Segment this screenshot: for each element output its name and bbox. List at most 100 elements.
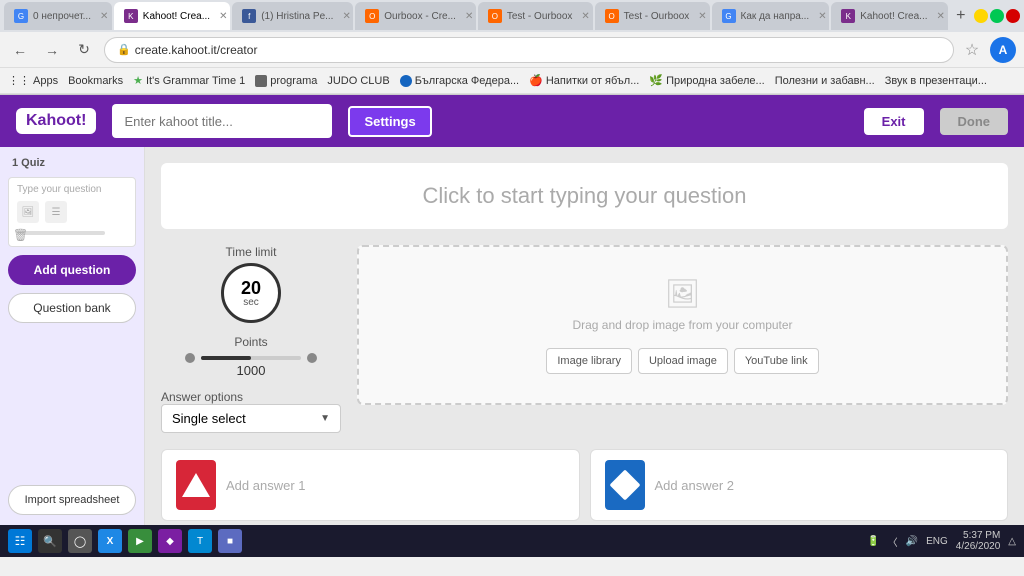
- vscode-icon: ▶: [136, 536, 144, 547]
- tab-6[interactable]: O Test - Ourboox ✕: [595, 2, 710, 30]
- time-limit-label: Time limit: [161, 245, 341, 259]
- refresh-button[interactable]: ↻: [72, 38, 96, 62]
- question-bank-button[interactable]: Question bank: [8, 293, 136, 323]
- taskbar-right: 🔋 〈 🔊 ENG 5:37 PM 4/26/2020 △: [867, 530, 1016, 552]
- question-slider: [17, 231, 105, 235]
- youtube-link-button[interactable]: YouTube link: [734, 348, 819, 374]
- import-spreadsheet-button[interactable]: Import spreadsheet: [8, 485, 136, 515]
- bookmark-apps[interactable]: ⋮⋮ Apps: [8, 74, 58, 87]
- triangle-icon: [182, 473, 210, 497]
- answer-1[interactable]: Add answer 1: [161, 449, 580, 521]
- app5-icon: ◆: [166, 536, 174, 547]
- bookmark-nature[interactable]: 🌿 Природна забеле...: [649, 74, 764, 87]
- tab-7[interactable]: G Как да напра... ✕: [712, 2, 830, 30]
- tab-favicon-4: O: [365, 9, 379, 23]
- tab-5[interactable]: O Test - Ourboox ✕: [478, 2, 593, 30]
- app-header: Kahoot! Settings Exit Done: [0, 95, 1024, 147]
- bookmark-bookmarks[interactable]: Bookmarks: [68, 75, 123, 87]
- tab-close-4[interactable]: ✕: [465, 11, 473, 22]
- bookmark-bg-fed[interactable]: Българска Федера...: [400, 75, 519, 87]
- bookmark-programa[interactable]: programa: [255, 75, 317, 87]
- time-limit-section: Time limit 20 sec: [161, 245, 341, 323]
- taskbar-app5[interactable]: ◆: [158, 529, 182, 553]
- image-buttons: Image library Upload image YouTube link: [546, 348, 818, 374]
- forward-button[interactable]: →: [40, 38, 64, 62]
- close-button[interactable]: [1006, 9, 1020, 23]
- tab-1[interactable]: G 0 непрочет... ✕: [4, 2, 112, 30]
- question-card[interactable]: Type your question 🖼 ☰ 🗑: [8, 177, 136, 247]
- nature-label: Природна забеле...: [666, 75, 765, 87]
- points-slider[interactable]: [201, 356, 301, 360]
- tab-close-8[interactable]: ✕: [937, 11, 945, 22]
- add-question-button[interactable]: Add question: [8, 255, 136, 285]
- address-bar: ← → ↻ 🔒 create.kahoot.it/creator ☆ A: [0, 32, 1024, 68]
- bookmark-useful[interactable]: Полезни и забавн...: [775, 75, 875, 87]
- bookmark-star-icon[interactable]: ☆: [962, 40, 982, 60]
- slider-handle-right: [307, 353, 317, 363]
- back-button[interactable]: ←: [8, 38, 32, 62]
- content-area: Click to start typing your question Time…: [145, 147, 1024, 525]
- tab-close-6[interactable]: ✕: [698, 11, 706, 22]
- answer-options-section: Answer options Single select ▼: [161, 390, 341, 433]
- text-icon: ☰: [45, 201, 67, 223]
- taskbar-chrome[interactable]: ◯: [68, 529, 92, 553]
- tab-2[interactable]: K Kahoot! Crea... ✕: [114, 2, 230, 30]
- bookmarks-label: Bookmarks: [68, 75, 123, 87]
- start-button[interactable]: ☷: [8, 529, 32, 553]
- bookmark-drinks[interactable]: 🍎 Напитки от ябъл...: [529, 74, 639, 87]
- slider-fill: [201, 356, 251, 360]
- question-title-area[interactable]: Click to start typing your question: [161, 163, 1008, 229]
- image-drop-area[interactable]: 🖼 Drag and drop image from your computer…: [357, 245, 1008, 405]
- points-slider-row: [185, 353, 317, 363]
- taskbar-app7[interactable]: ■: [218, 529, 242, 553]
- taskbar-excel[interactable]: X: [98, 529, 122, 553]
- taskbar-left: ☷ 🔍 ◯ X ▶ ◆ T ■: [8, 529, 242, 553]
- tab-bar: G 0 непрочет... ✕ K Kahoot! Crea... ✕ f …: [0, 0, 1024, 32]
- left-controls: Time limit 20 sec Points: [161, 245, 341, 433]
- bookmark-apps-label: Apps: [33, 75, 58, 87]
- tab-favicon-3: f: [242, 9, 256, 23]
- settings-button[interactable]: Settings: [348, 106, 431, 137]
- maximize-button[interactable]: [990, 9, 1004, 23]
- programa-icon: [255, 75, 267, 87]
- taskbar-search[interactable]: 🔍: [38, 529, 62, 553]
- bookmark-grammar[interactable]: ★ It's Grammar Time 1: [133, 74, 245, 87]
- taskbar-teams[interactable]: T: [188, 529, 212, 553]
- time-circle[interactable]: 20 sec: [221, 263, 281, 323]
- tab-8[interactable]: K Kahoot! Crea... ✕: [831, 2, 947, 30]
- image-library-button[interactable]: Image library: [546, 348, 632, 374]
- taskbar-vscode[interactable]: ▶: [128, 529, 152, 553]
- points-label: Points: [234, 335, 267, 349]
- answer-2-label: Add answer 2: [655, 478, 735, 493]
- question-card-inner: Type your question 🖼 ☰: [17, 184, 127, 235]
- bookmark-sound[interactable]: Звук в презентаци...: [885, 75, 987, 87]
- answer-type-select[interactable]: Single select ▼: [161, 404, 341, 433]
- tab-close-1[interactable]: ✕: [100, 11, 108, 22]
- url-input[interactable]: 🔒 create.kahoot.it/creator: [104, 37, 954, 63]
- tab-4[interactable]: O Ourboox - Cre... ✕: [355, 2, 476, 30]
- answer-1-shape: [176, 460, 216, 510]
- controls-row: Time limit 20 sec Points: [161, 245, 1008, 433]
- tab-close-5[interactable]: ✕: [581, 11, 589, 22]
- tab-3[interactable]: f (1) Hristina Pe... ✕: [232, 2, 353, 30]
- judo-label: JUDO CLUB: [327, 75, 389, 87]
- answer-2[interactable]: Add answer 2: [590, 449, 1009, 521]
- tab-close-2[interactable]: ✕: [219, 11, 227, 22]
- bookmark-judo[interactable]: JUDO CLUB: [327, 75, 389, 87]
- tab-close-3[interactable]: ✕: [342, 11, 350, 22]
- minimize-button[interactable]: [974, 9, 988, 23]
- lock-icon: 🔒: [117, 43, 131, 56]
- app7-icon: ■: [227, 536, 233, 547]
- profile-avatar[interactable]: A: [990, 37, 1016, 63]
- browser-chrome: G 0 непрочет... ✕ K Kahoot! Crea... ✕ f …: [0, 0, 1024, 95]
- tab-close-7[interactable]: ✕: [818, 11, 826, 22]
- kahoot-title-input[interactable]: [112, 104, 332, 138]
- tab-label-8: Kahoot! Crea...: [860, 11, 927, 22]
- upload-image-button[interactable]: Upload image: [638, 348, 728, 374]
- delete-icon[interactable]: 🗑: [13, 228, 28, 242]
- search-icon: 🔍: [43, 535, 57, 548]
- sound-label: Звук в презентаци...: [885, 75, 987, 87]
- done-button[interactable]: Done: [940, 108, 1009, 135]
- new-tab-button[interactable]: +: [950, 4, 972, 28]
- exit-button[interactable]: Exit: [864, 108, 924, 135]
